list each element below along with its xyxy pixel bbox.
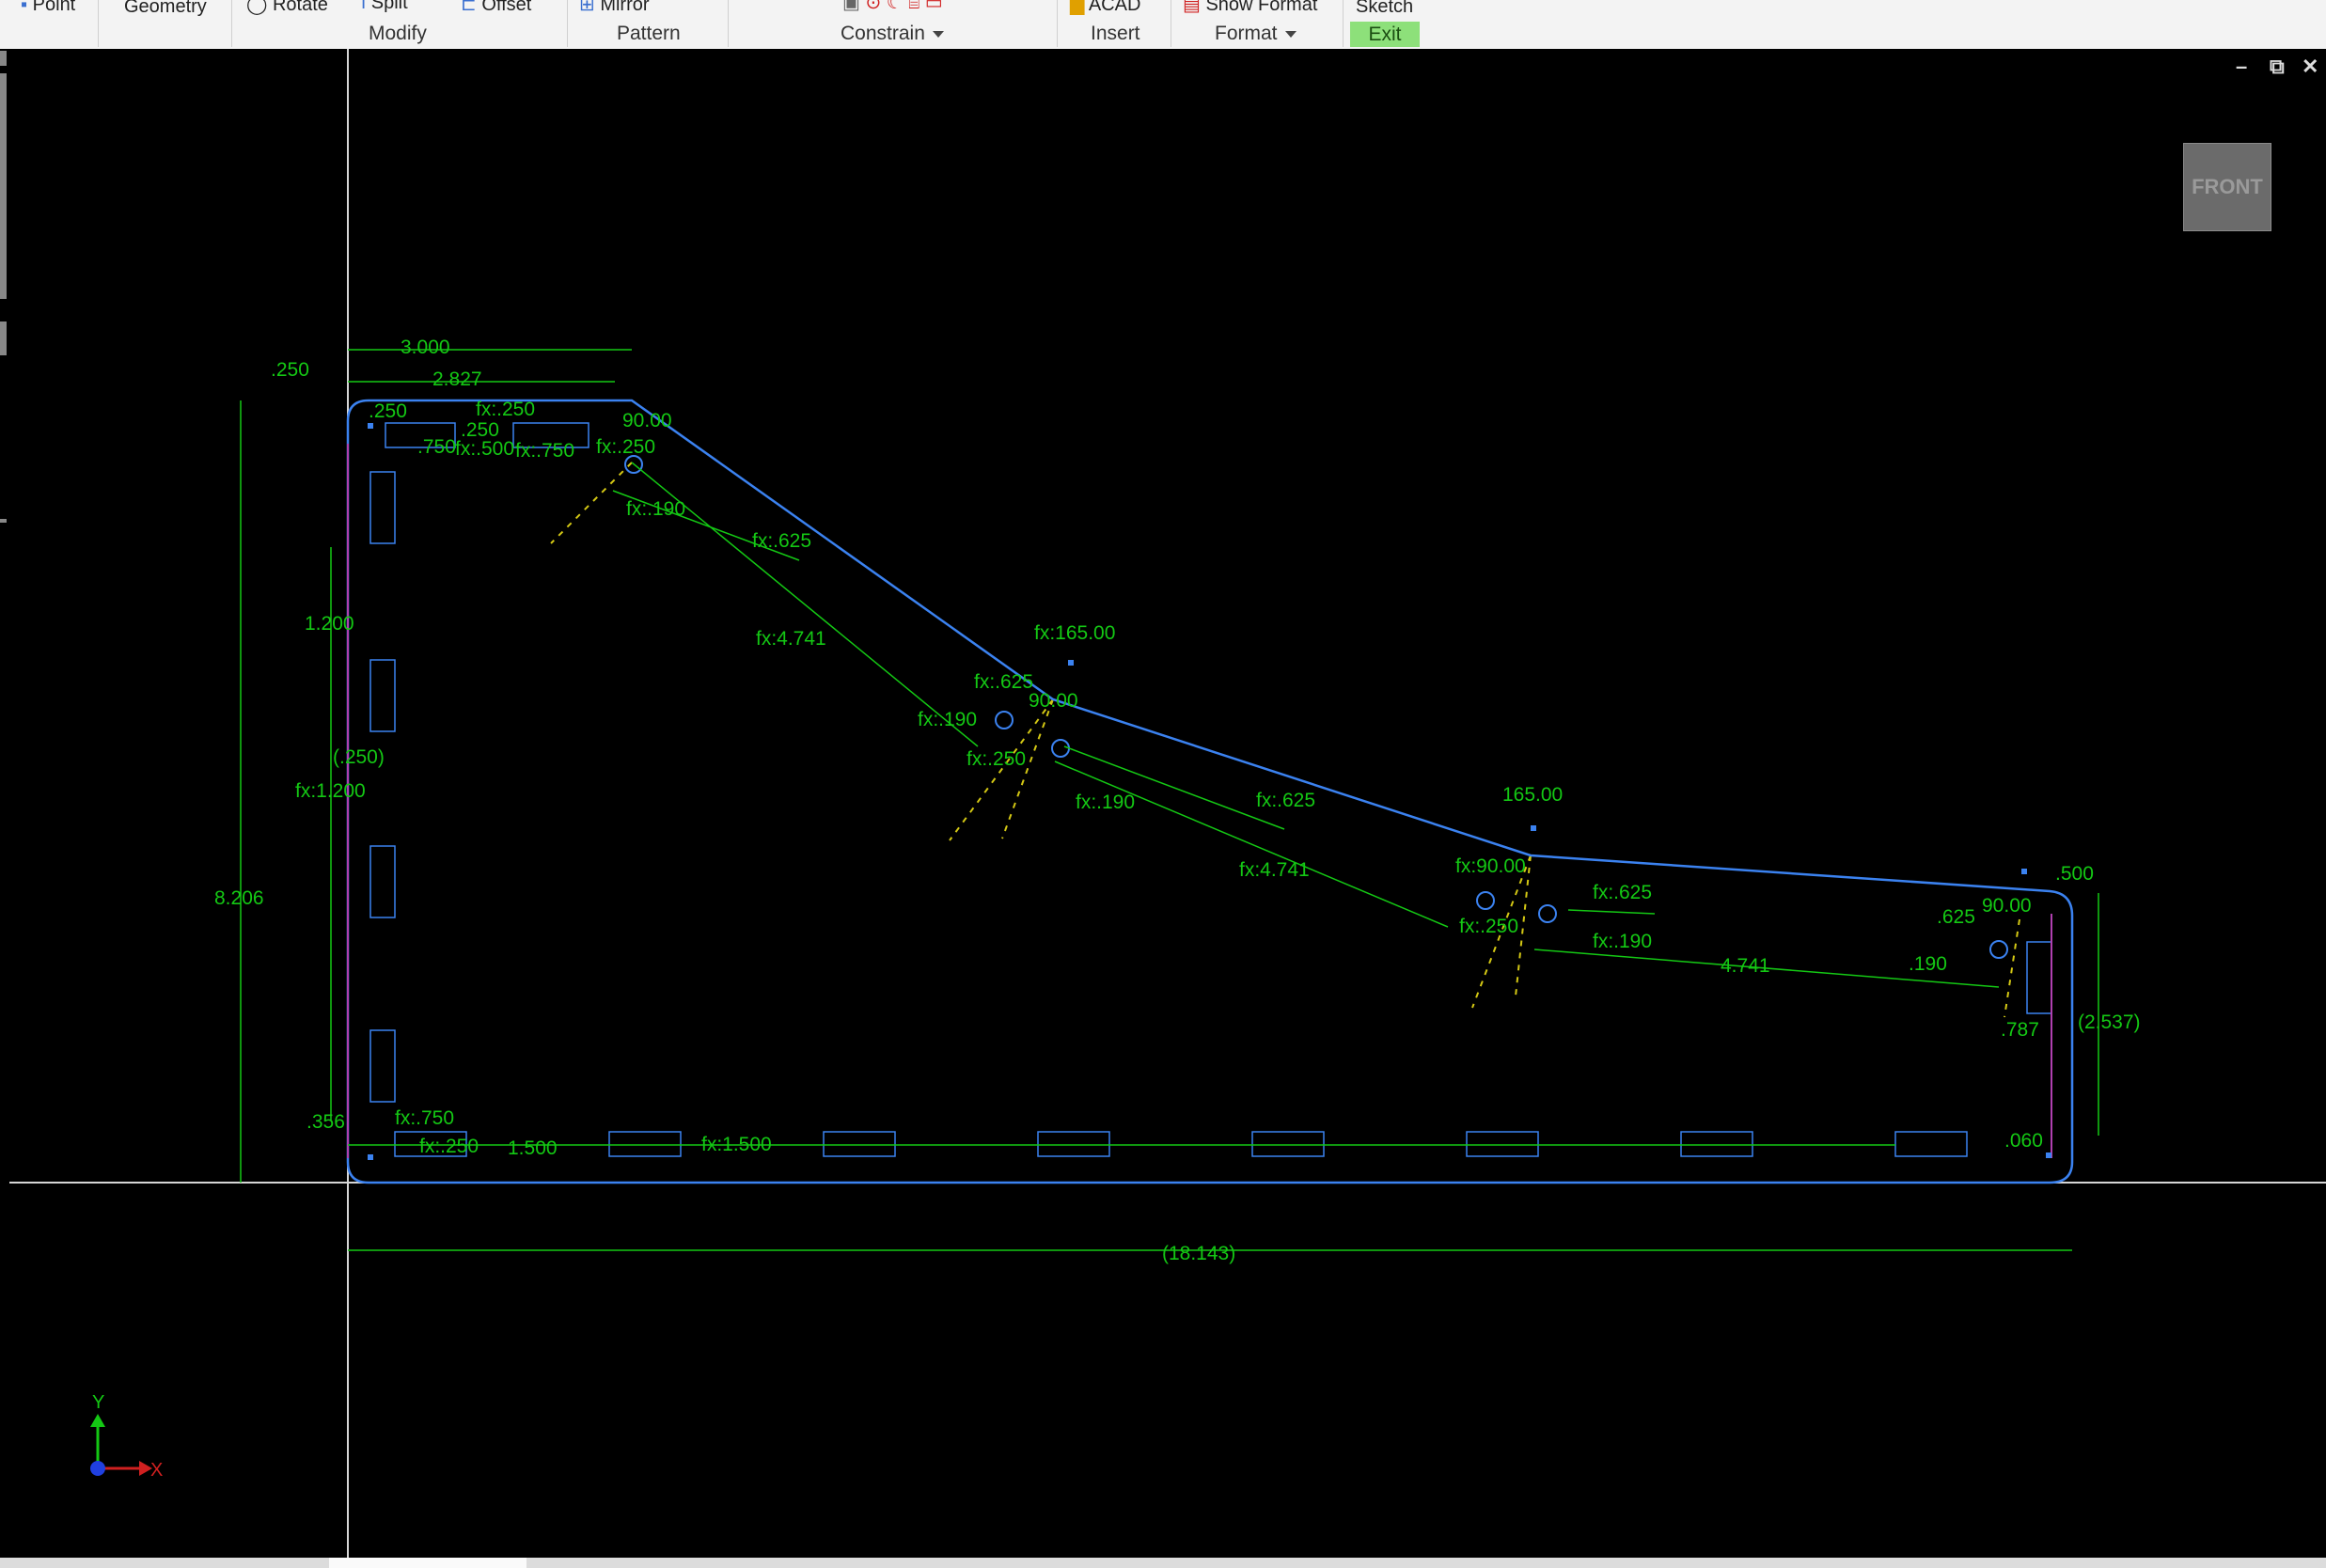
dimension-label: fx:.190 (918, 709, 977, 730)
dimension-label: 2.827 (432, 368, 482, 390)
dimension-label: (18.143) (1162, 1243, 1235, 1264)
dimension-label: fx:.190 (1076, 792, 1135, 813)
dimension-label: fx:165.00 (1034, 622, 1115, 644)
pattern-group-label: Pattern (617, 23, 681, 44)
chevron-down-icon (1284, 30, 1297, 38)
dimension-label: fx:.250 (419, 1136, 479, 1157)
insert-group-label: Insert (1091, 23, 1140, 44)
dimension-label: fx:.250 (1459, 916, 1518, 937)
mirror-icon: ⊞ (579, 0, 595, 15)
ribbon-separator (1343, 0, 1344, 47)
dimension-label: .190 (1909, 953, 1947, 975)
dimension-label: (2.537) (2078, 1011, 2141, 1033)
graphics-viewport[interactable]: – ⧉ ✕ FRONT .250 3.000 2.827 fx:.250 .25… (0, 49, 2326, 1558)
dimension-label: 90.00 (622, 410, 672, 431)
tangent-constraint-icon: ☾ (886, 0, 904, 13)
equal-constraint-icon: ▭ (924, 0, 943, 13)
project-geometry-button[interactable]: Geometry (124, 0, 207, 18)
dimension-label: fx:1.200 (295, 780, 366, 802)
dimension-label: .060 (2004, 1130, 2043, 1152)
dimension-label: .250 (369, 400, 407, 422)
dimension-label: 3.000 (401, 337, 450, 358)
hole-circles[interactable] (624, 455, 2008, 959)
document-tab[interactable] (329, 1558, 526, 1568)
mirror-button[interactable]: ⊞ Mirror (579, 0, 650, 16)
ribbon-separator (98, 0, 99, 47)
dimension-label: 90.00 (1982, 895, 2032, 917)
ribbon-separator (231, 0, 232, 47)
ribbon-separator (728, 0, 729, 47)
modify-group-label: Modify (369, 23, 427, 44)
ribbon: ▪ Point Geometry ◯ Rotate ǀ Split ⊏ Offs… (0, 0, 2326, 50)
dimension-label: 165.00 (1502, 784, 1563, 806)
dimension-label: fx:.625 (752, 530, 811, 552)
sketch-profile[interactable] (346, 399, 2074, 1184)
dimension-label: fx:4.741 (756, 628, 826, 650)
format-icon: ▤ (1183, 0, 1201, 15)
exit-sketch-button[interactable]: Exit (1350, 22, 1420, 47)
symmetric-constraint-icon: ⌸ (908, 0, 920, 13)
dimension-label: fx:.625 (974, 671, 1033, 693)
split-icon: ǀ (361, 0, 367, 13)
offset-icon: ⊏ (461, 0, 477, 15)
acad-icon: ▆ (1070, 0, 1085, 15)
axis-y-label: Y (92, 1392, 104, 1413)
axis-x-label: X (150, 1460, 163, 1481)
fix-constraint-icon: ⊙ (865, 0, 882, 13)
dimension-label: fx:.750 (395, 1107, 454, 1129)
dimension-label: fx:.250 (967, 748, 1026, 770)
point-icon: ▪ (21, 0, 28, 15)
dimension-label: fx:4.741 (1239, 859, 1310, 881)
dimension-label: .750 (417, 436, 456, 458)
dimension-label: 4.741 (1721, 955, 1770, 977)
dimension-label: fx:1.500 (701, 1134, 772, 1155)
format-group-menu[interactable]: Format (1215, 23, 1297, 45)
dimension-label: fx:.190 (1593, 931, 1652, 952)
slot-cutouts (369, 422, 2052, 1157)
dimension-label: (.250) (333, 746, 385, 768)
acad-button[interactable]: ▆ ACAD (1070, 0, 1140, 16)
ribbon-separator (1057, 0, 1058, 47)
sketch-canvas[interactable]: .250 3.000 2.827 fx:.250 .250 90.00 .750… (0, 49, 2326, 1558)
dimension-label: .356 (306, 1111, 345, 1133)
constraint-markers (347, 444, 2052, 1158)
sketch-label: Sketch (1356, 0, 1414, 17)
dimension-label: fx:.250 (476, 399, 535, 420)
dimension-label: .250 (271, 359, 309, 381)
dimension-label: fx:90.00 (1455, 855, 1526, 877)
dimension-label: fx:.190 (626, 498, 685, 520)
dimension-lines (240, 349, 2099, 1251)
dimension-label: 1.200 (305, 613, 354, 635)
ribbon-separator (567, 0, 568, 47)
offset-button[interactable]: ⊏ Offset (461, 0, 531, 16)
constrain-icons[interactable]: ▣ ⊙ ☾ ⌸ ▭ (842, 0, 943, 14)
dimension-label: fx:.500 (455, 438, 514, 460)
split-button[interactable]: ǀ Split (361, 0, 408, 14)
dimension-label: 1.500 (508, 1137, 558, 1159)
point-button[interactable]: ▪ Point (21, 0, 75, 16)
axis-triad: Y X (90, 1392, 163, 1481)
rotate-button[interactable]: ◯ Rotate (246, 0, 328, 16)
dimension-label: fx:.250 (596, 436, 655, 458)
dimension-label: 8.206 (214, 887, 264, 909)
sketch-points (368, 423, 2051, 1160)
dimension-label: .625 (1937, 906, 1975, 928)
rotate-icon: ◯ (246, 0, 268, 15)
dimension-label: .787 (2001, 1019, 2039, 1041)
dimension-label: 90.00 (1029, 690, 1078, 712)
show-format-button[interactable]: ▤ Show Format (1183, 0, 1317, 16)
dimension-label: fx:.625 (1256, 790, 1315, 811)
dimension-label: fx:.750 (515, 440, 574, 462)
dimension-label: fx:.625 (1593, 882, 1652, 903)
constrain-group-menu[interactable]: Constrain (841, 23, 944, 45)
dimension-label: .500 (2055, 863, 2094, 885)
dimension-labels: .250 3.000 2.827 fx:.250 .250 90.00 .750… (214, 337, 2141, 1264)
chevron-down-icon (932, 30, 944, 38)
constraint-icon: ▣ (842, 0, 860, 13)
